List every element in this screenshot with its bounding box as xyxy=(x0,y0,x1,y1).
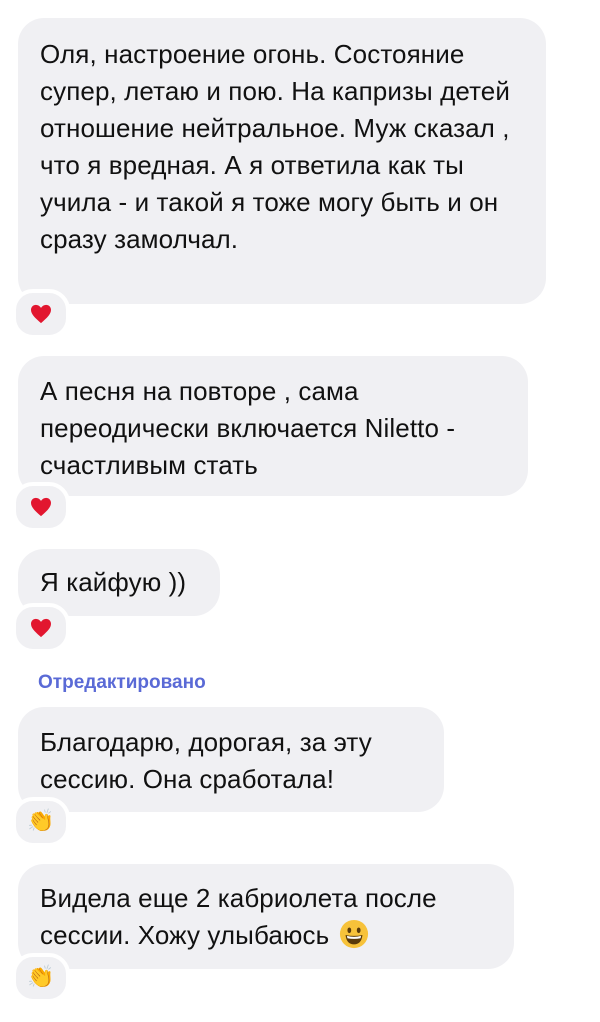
message-text: Я кайфую )) xyxy=(40,567,187,597)
reaction-heart-1[interactable] xyxy=(12,289,70,339)
chat-thread: Оля, настроение огонь. Состояние супер, … xyxy=(0,0,600,1022)
message-4[interactable]: Благодарю, дорогая, за эту сессию. Она с… xyxy=(18,707,444,812)
message-5[interactable]: Видела еще 2 кабриолета после сессии. Хо… xyxy=(18,864,514,969)
message-text: Благодарю, дорогая, за эту сессию. Она с… xyxy=(40,727,372,794)
message-bubble[interactable]: Видела еще 2 кабриолета после сессии. Хо… xyxy=(18,864,514,969)
message-bubble[interactable]: Благодарю, дорогая, за эту сессию. Она с… xyxy=(18,707,444,812)
reaction-clap-2[interactable]: 👏 xyxy=(12,953,70,1003)
clapping-hands-icon: 👏 xyxy=(27,965,55,990)
heart-icon xyxy=(31,618,51,638)
grinning-face-icon xyxy=(339,919,368,949)
edited-label: Отредактировано xyxy=(38,672,206,693)
message-text: А песня на повторе , сама переодически в… xyxy=(40,376,456,480)
message-bubble[interactable]: А песня на повторе , сама переодически в… xyxy=(18,356,528,496)
reaction-heart-3[interactable] xyxy=(12,603,70,653)
message-text: Оля, настроение огонь. Состояние супер, … xyxy=(40,39,510,254)
message-1[interactable]: Оля, настроение огонь. Состояние супер, … xyxy=(18,18,546,304)
heart-icon xyxy=(31,497,51,517)
message-text-wrap: Видела еще 2 кабриолета после сессии. Хо… xyxy=(40,880,492,954)
heart-icon xyxy=(31,304,51,324)
reaction-heart-2[interactable] xyxy=(12,482,70,532)
clapping-hands-icon: 👏 xyxy=(27,809,55,834)
message-2[interactable]: А песня на повторе , сама переодически в… xyxy=(18,356,528,496)
message-bubble[interactable]: Оля, настроение огонь. Состояние супер, … xyxy=(18,18,546,304)
reaction-clap-1[interactable]: 👏 xyxy=(12,797,70,847)
message-text: Видела еще 2 кабриолета после сессии. Хо… xyxy=(40,883,437,950)
